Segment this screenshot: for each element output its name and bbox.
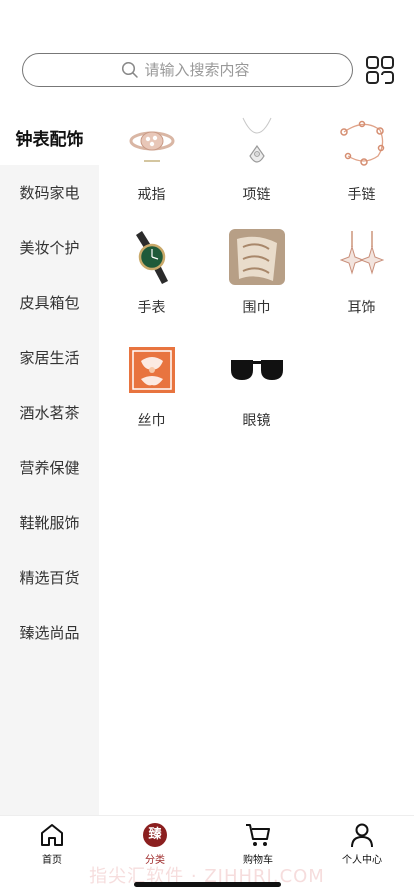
tab-home[interactable]: 首页 xyxy=(12,821,92,866)
sidebar-item-leather-bags[interactable]: 皮具箱包 xyxy=(0,275,99,330)
category-icon: 臻 xyxy=(141,821,169,849)
category-glasses[interactable]: 眼镜 xyxy=(204,338,309,442)
category-label: 手表 xyxy=(137,300,166,316)
sidebar-item-premium-selection[interactable]: 臻选尚品 xyxy=(0,605,99,660)
search-input[interactable] xyxy=(144,61,255,79)
scarf-icon xyxy=(227,227,287,287)
bracelet-icon xyxy=(332,114,392,174)
category-bracelet[interactable]: 手链 xyxy=(309,112,414,216)
home-icon xyxy=(38,821,66,849)
cart-icon xyxy=(244,821,272,849)
category-label: 耳饰 xyxy=(347,300,376,316)
category-scarf[interactable]: 围巾 xyxy=(204,225,309,329)
category-label: 项链 xyxy=(242,187,271,203)
category-label: 戒指 xyxy=(137,187,166,203)
sidebar-item-nutrition-health[interactable]: 营养保健 xyxy=(0,440,99,495)
sidebar-item-watches-accessories[interactable]: 钟表配饰 xyxy=(0,110,99,165)
category-sidebar: 钟表配饰 数码家电 美妆个护 皮具箱包 家居生活 酒水茗茶 营养保健 鞋靴服饰 … xyxy=(0,110,99,815)
category-label: 围巾 xyxy=(242,300,271,316)
category-ring[interactable]: 戒指 xyxy=(99,112,204,216)
category-necklace[interactable]: 项链 xyxy=(204,112,309,216)
sidebar-item-drinks-tea[interactable]: 酒水茗茶 xyxy=(0,385,99,440)
subcategory-grid: 戒指 项链 手链 手表 围巾 耳饰 丝巾 眼镜 xyxy=(99,112,414,442)
grid-view-icon[interactable] xyxy=(365,55,395,85)
tab-cart[interactable]: 购物车 xyxy=(218,821,298,866)
sidebar-item-selected-goods[interactable]: 精选百货 xyxy=(0,550,99,605)
search-icon xyxy=(121,61,138,78)
home-indicator xyxy=(134,882,281,887)
category-label: 手链 xyxy=(347,187,376,203)
category-badge: 臻 xyxy=(143,823,167,847)
necklace-icon xyxy=(227,114,287,174)
category-earrings[interactable]: 耳饰 xyxy=(309,225,414,329)
tab-profile[interactable]: 个人中心 xyxy=(322,821,402,866)
category-label: 丝巾 xyxy=(137,413,166,429)
sidebar-item-digital-appliances[interactable]: 数码家电 xyxy=(0,165,99,220)
category-watch[interactable]: 手表 xyxy=(99,225,204,329)
category-label: 眼镜 xyxy=(242,413,271,429)
profile-icon xyxy=(348,821,376,849)
tab-category[interactable]: 臻 分类 xyxy=(115,821,195,866)
category-silk-scarf[interactable]: 丝巾 xyxy=(99,338,204,442)
ring-icon xyxy=(122,114,182,174)
sidebar-item-beauty-care[interactable]: 美妆个护 xyxy=(0,220,99,275)
sidebar-item-home-living[interactable]: 家居生活 xyxy=(0,330,99,385)
earrings-icon xyxy=(332,227,392,287)
watch-icon xyxy=(122,227,182,287)
search-bar[interactable] xyxy=(22,53,353,87)
silk-scarf-icon xyxy=(122,340,182,400)
sunglasses-icon xyxy=(227,340,287,400)
sidebar-item-shoes-clothing[interactable]: 鞋靴服饰 xyxy=(0,495,99,550)
